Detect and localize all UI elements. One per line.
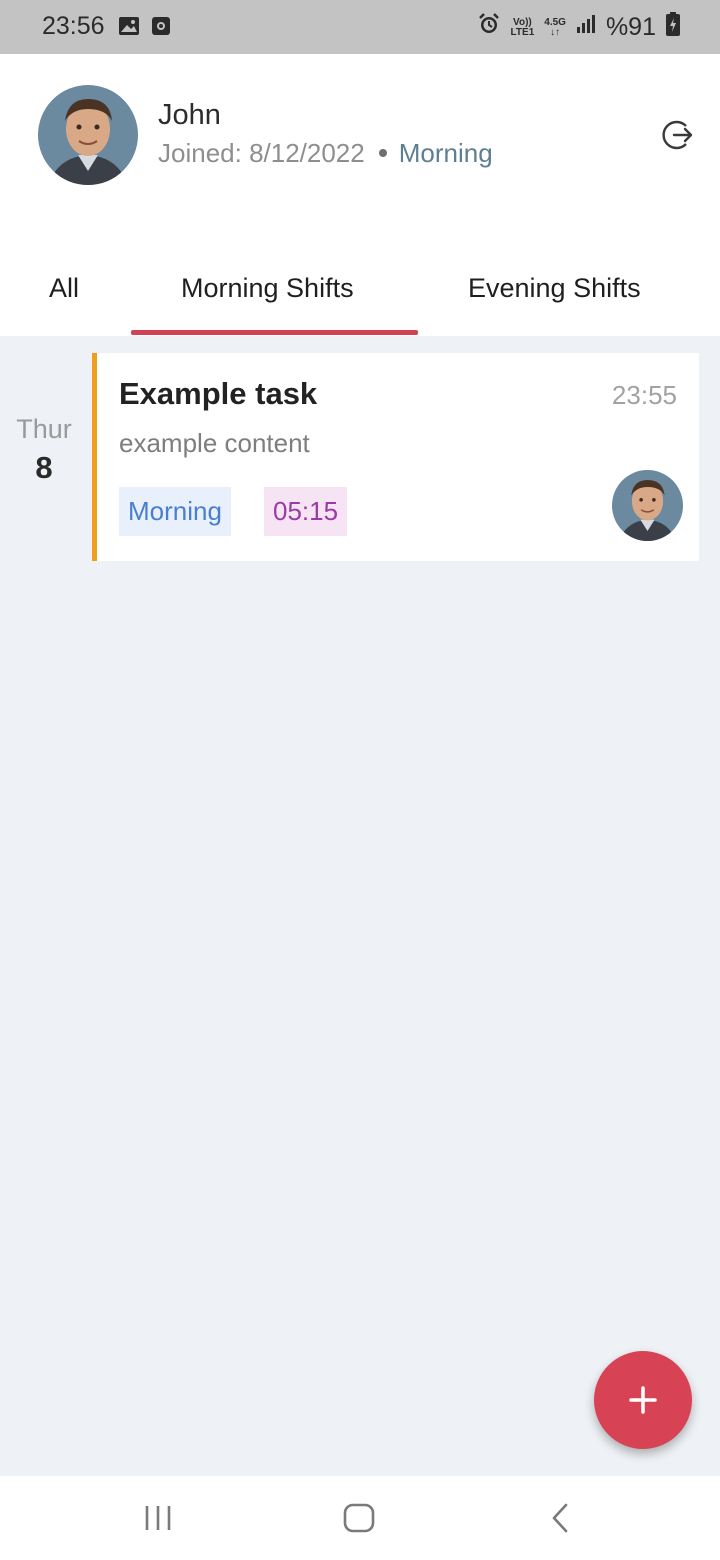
network-indicator: 4.5G ↓↑ [544,16,566,38]
user-name: John [158,99,221,131]
tab-evening-shifts[interactable]: Evening Shifts [468,273,641,304]
task-content: example content [119,428,310,458]
logout-icon[interactable] [660,118,694,152]
plus-icon [629,1386,657,1414]
task-time: 23:55 [611,380,677,410]
system-nav-bar [0,1476,720,1560]
lte-label: LTE1 [510,26,535,38]
task-day-name: Thur [16,414,72,444]
task-title: Example task [119,376,318,411]
duration-chip: 05:15 [264,487,348,536]
alarm-icon [477,12,501,43]
user-shift: Morning [398,138,493,168]
task-day-number: 8 [35,450,53,485]
user-meta: Joined: 8/12/2022 Morning [158,138,493,169]
shift-chip: Morning [119,487,231,536]
active-tab-indicator [131,330,418,335]
network-label: 4.5G [544,16,566,28]
volte-indicator: Vo)) LTE1 [510,17,535,38]
assignee-avatar [612,470,683,541]
notification-icon [151,15,171,42]
status-bar: 23:56 Vo)) LTE1 4.5G ↓↑ %91 [0,0,720,54]
tab-morning-shifts[interactable]: Morning Shifts [181,273,354,304]
status-time: 23:56 [42,12,105,40]
avatar [38,85,138,185]
recent-apps-icon[interactable] [144,1500,172,1541]
profile-header: John Joined: 8/12/2022 Morning All Mornin… [0,54,720,336]
joined-date: Joined: 8/12/2022 [158,138,365,168]
task-card[interactable]: Example task 23:55 example content Morni… [92,353,699,561]
signal-icon [576,13,596,42]
separator-dot [378,148,387,157]
tab-all[interactable]: All [49,273,79,304]
battery-icon [666,12,680,43]
home-icon[interactable] [342,1500,376,1541]
image-icon [118,15,140,42]
add-task-button[interactable] [594,1351,692,1449]
battery-text: %91 [605,13,656,41]
back-icon[interactable] [548,1500,572,1541]
